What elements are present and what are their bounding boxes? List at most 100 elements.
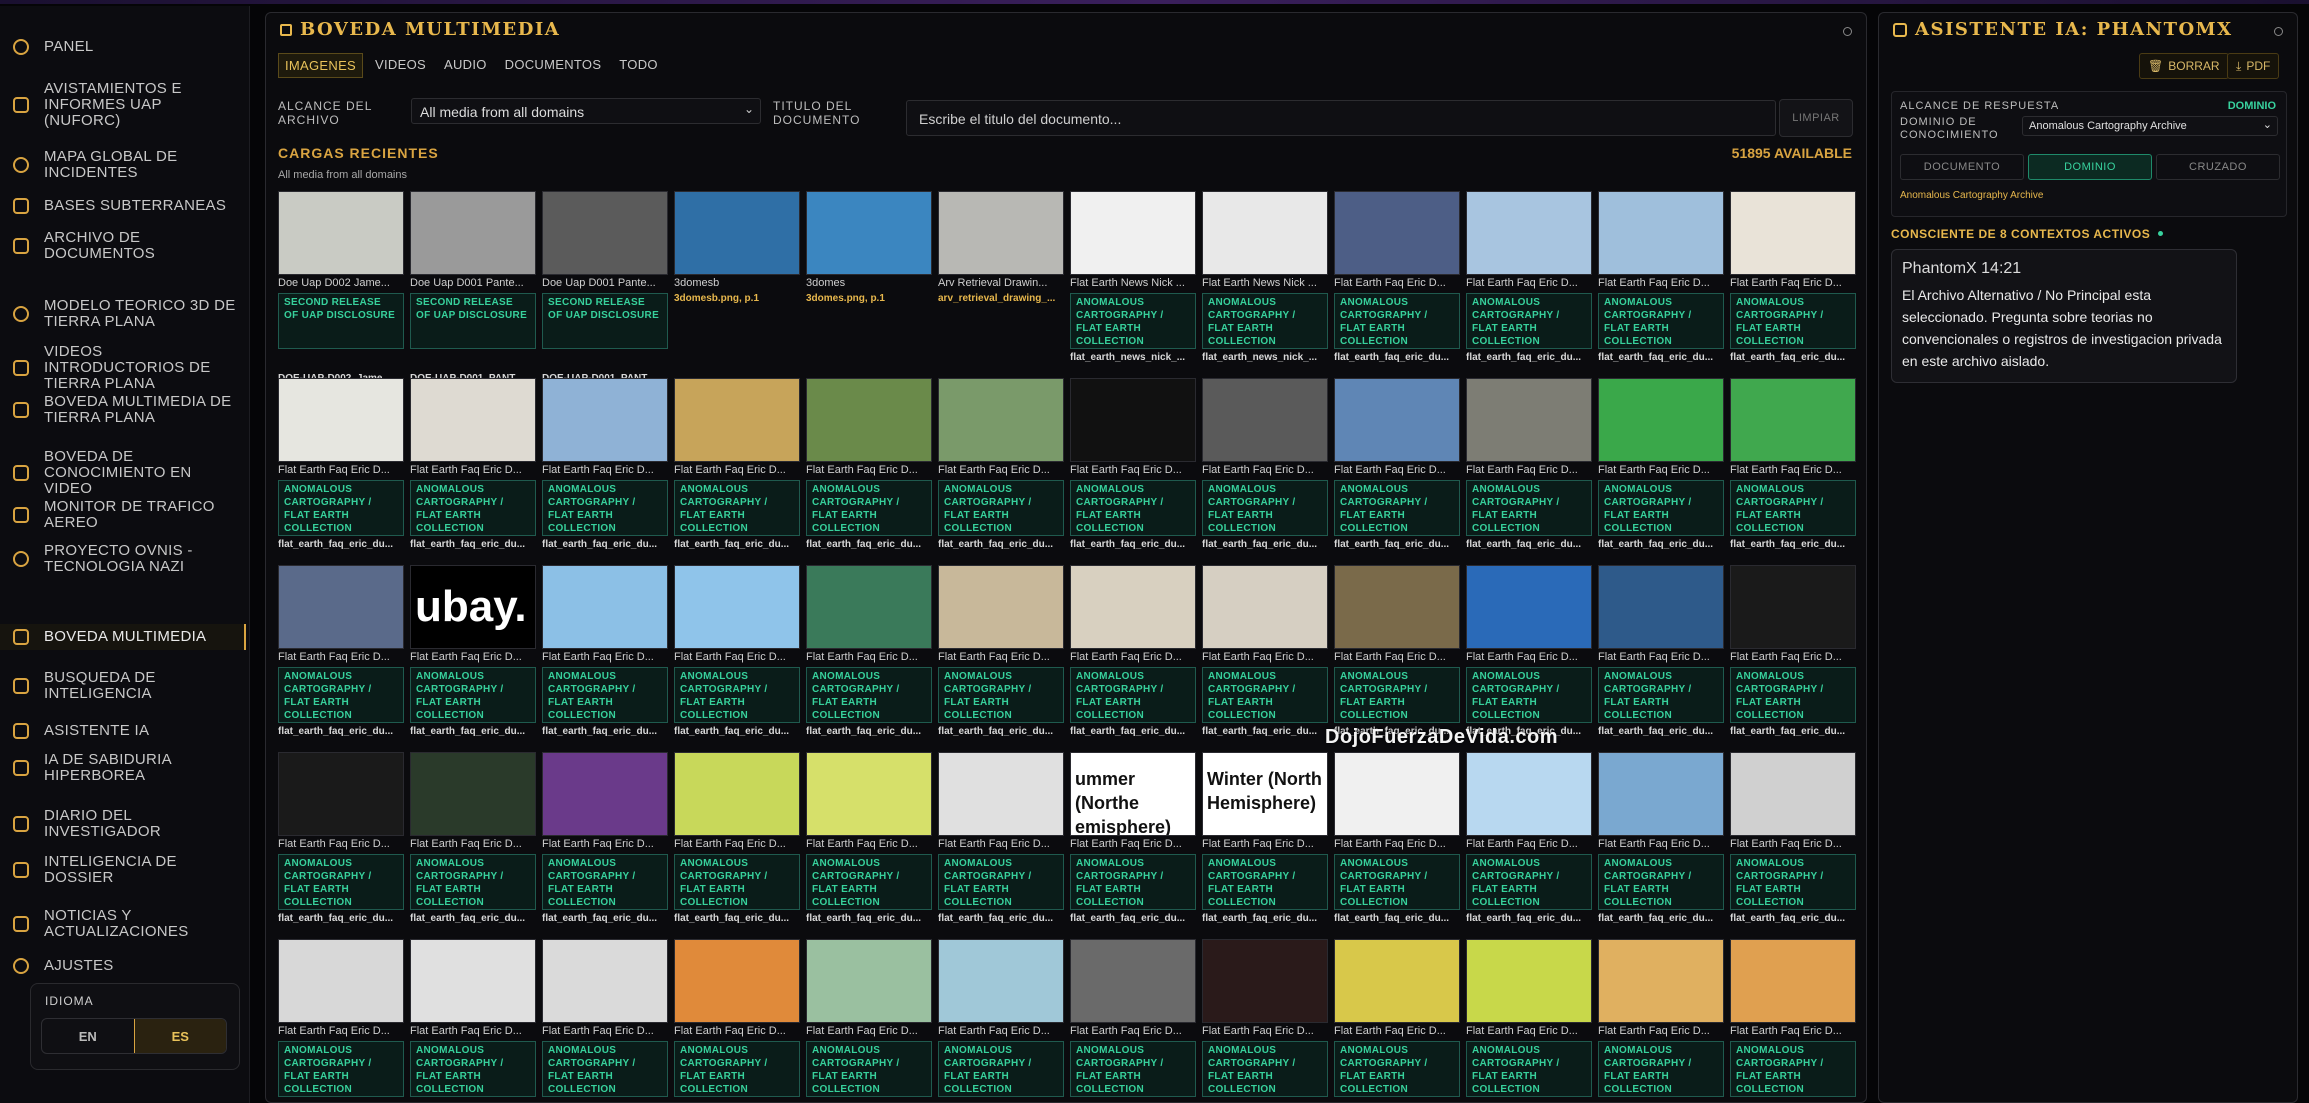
media-card[interactable]: Flat Earth Faq Eric D... ANOMALOUS CARTOG… <box>1598 191 1724 363</box>
media-card[interactable]: Flat Earth News Nick ... ANOMALOUS CARTOG… <box>1070 191 1196 363</box>
media-card[interactable]: Flat Earth Faq Eric D... ANOMALOUS CARTOG… <box>1334 378 1460 550</box>
media-card[interactable]: Flat Earth Faq Eric D... ANOMALOUS CARTOG… <box>1730 378 1856 550</box>
media-card[interactable]: Doe Uap D001 Pante... SECOND RELEASE OF U… <box>410 191 536 384</box>
media-card[interactable]: Flat Earth Faq Eric D... ANOMALOUS CARTOG… <box>410 939 536 1097</box>
media-thumbnail[interactable] <box>542 191 668 275</box>
media-thumbnail[interactable] <box>1598 939 1724 1023</box>
sidebar-item-17[interactable]: INTELIGENCIA DE DOSSIER <box>0 852 246 888</box>
mode-cruzado[interactable]: CRUZADO <box>2156 154 2280 180</box>
media-thumbnail[interactable] <box>1598 752 1724 836</box>
media-thumbnail[interactable] <box>410 191 536 275</box>
clear-chat-button[interactable]: 🗑 BORRAR <box>2139 53 2229 79</box>
media-card[interactable]: ubay. Flat Earth Faq Eric D... ANOMALOUS C… <box>410 565 536 737</box>
tab-audio[interactable]: AUDIO <box>438 53 493 78</box>
media-card[interactable]: Flat Earth Faq Eric D... ANOMALOUS CARTOG… <box>1730 939 1856 1097</box>
media-thumbnail[interactable] <box>806 939 932 1023</box>
media-thumbnail[interactable]: ubay. <box>410 565 536 649</box>
media-card[interactable]: Flat Earth Faq Eric D... ANOMALOUS CARTOG… <box>1598 752 1724 924</box>
media-thumbnail[interactable] <box>278 939 404 1023</box>
media-card[interactable]: Flat Earth Faq Eric D... ANOMALOUS CARTOG… <box>938 378 1064 550</box>
media-thumbnail[interactable] <box>1202 191 1328 275</box>
clear-button[interactable]: LIMPIAR <box>1779 99 1853 137</box>
media-thumbnail[interactable] <box>806 565 932 649</box>
media-thumbnail[interactable] <box>278 191 404 275</box>
media-card[interactable]: Flat Earth Faq Eric D... ANOMALOUS CARTOG… <box>1730 191 1856 363</box>
media-thumbnail[interactable] <box>542 378 668 462</box>
sidebar-item-18[interactable]: NOTICIAS Y ACTUALIZACIONES <box>0 906 246 942</box>
media-thumbnail[interactable] <box>1730 378 1856 462</box>
sidebar-item-19[interactable]: AJUSTES <box>0 953 246 979</box>
media-card[interactable]: Flat Earth Faq Eric D... ANOMALOUS CARTOG… <box>542 939 668 1097</box>
media-card[interactable]: Flat Earth Faq Eric D... ANOMALOUS CARTOG… <box>1466 939 1592 1097</box>
media-card[interactable]: Flat Earth Faq Eric D... ANOMALOUS CARTOG… <box>1598 939 1724 1097</box>
media-card[interactable]: Flat Earth Faq Eric D... ANOMALOUS CARTOG… <box>410 378 536 550</box>
media-thumbnail[interactable] <box>674 191 800 275</box>
media-thumbnail[interactable] <box>1202 378 1328 462</box>
media-thumbnail[interactable] <box>674 939 800 1023</box>
sidebar-item-11[interactable]: PROYECTO OVNIS - TECNOLOGIA NAZI <box>0 541 246 577</box>
mode-documento[interactable]: DOCUMENTO <box>1900 154 2024 180</box>
lang-option-en[interactable]: EN <box>42 1019 134 1053</box>
media-card[interactable]: Flat Earth Faq Eric D... ANOMALOUS CARTOG… <box>806 752 932 924</box>
media-card[interactable]: Flat Earth Faq Eric D... ANOMALOUS CARTOG… <box>1202 939 1328 1097</box>
media-thumbnail[interactable] <box>410 939 536 1023</box>
sidebar-item-2[interactable]: AVISTAMIENTOS E INFORMES UAP (NUFORC) <box>0 79 246 131</box>
media-card[interactable]: Flat Earth Faq Eric D... ANOMALOUS CARTOG… <box>278 752 404 924</box>
tab-documentos[interactable]: DOCUMENTOS <box>499 53 608 78</box>
sidebar-item-9[interactable]: BOVEDA DE CONOCIMIENTO EN VIDEO <box>0 447 246 499</box>
media-card[interactable]: Flat Earth Faq Eric D... ANOMALOUS CARTOG… <box>542 752 668 924</box>
media-card[interactable]: Flat Earth Faq Eric D... ANOMALOUS CARTOG… <box>1334 191 1460 363</box>
media-card[interactable]: Flat Earth Faq Eric D... ANOMALOUS CARTOG… <box>1202 565 1328 737</box>
media-thumbnail[interactable] <box>1070 191 1196 275</box>
media-card[interactable]: Flat Earth Faq Eric D... ANOMALOUS CARTOG… <box>938 939 1064 1097</box>
media-thumbnail[interactable] <box>1730 565 1856 649</box>
media-card[interactable]: Flat Earth Faq Eric D... ANOMALOUS CARTOG… <box>1070 939 1196 1097</box>
media-thumbnail[interactable] <box>1070 378 1196 462</box>
sidebar-item-8[interactable]: BOVEDA MULTIMEDIA DE TIERRA PLANA <box>0 392 246 428</box>
media-card[interactable]: Arv Retrieval Drawin... arv_retrieval_dra… <box>938 191 1064 304</box>
media-thumbnail[interactable] <box>1334 752 1460 836</box>
media-thumbnail[interactable] <box>1466 752 1592 836</box>
media-thumbnail[interactable] <box>1730 191 1856 275</box>
media-card[interactable]: Flat Earth Faq Eric D... ANOMALOUS CARTOG… <box>278 939 404 1097</box>
media-thumbnail[interactable] <box>938 378 1064 462</box>
sidebar-item-13[interactable]: BUSQUEDA DE INTELIGENCIA <box>0 668 246 704</box>
media-card[interactable]: Flat Earth Faq Eric D... ANOMALOUS CARTOG… <box>1334 939 1460 1097</box>
media-card[interactable]: Flat Earth Faq Eric D... ANOMALOUS CARTOG… <box>806 939 932 1097</box>
media-card[interactable]: Flat Earth Faq Eric D... ANOMALOUS CARTOG… <box>1466 752 1592 924</box>
media-thumbnail[interactable] <box>806 378 932 462</box>
media-thumbnail[interactable] <box>1334 565 1460 649</box>
media-card[interactable]: Flat Earth Faq Eric D... ANOMALOUS CARTOG… <box>278 378 404 550</box>
media-card[interactable]: ummer (Northe emisphere) Flat Earth Faq E… <box>1070 752 1196 924</box>
media-card[interactable]: Flat Earth Faq Eric D... ANOMALOUS CARTOG… <box>806 378 932 550</box>
media-card[interactable]: Flat Earth Faq Eric D... ANOMALOUS CARTOG… <box>1598 378 1724 550</box>
media-card[interactable]: Flat Earth Faq Eric D... ANOMALOUS CARTOG… <box>1466 378 1592 550</box>
media-card[interactable]: Flat Earth Faq Eric D... ANOMALOUS CARTOG… <box>542 565 668 737</box>
media-card[interactable]: Flat Earth Faq Eric D... ANOMALOUS CARTOG… <box>1598 565 1724 737</box>
sidebar-item-3[interactable]: MAPA GLOBAL DE INCIDENTES <box>0 147 246 183</box>
media-thumbnail[interactable] <box>1730 752 1856 836</box>
tab-videos[interactable]: VIDEOS <box>369 53 432 78</box>
sidebar-item-10[interactable]: MONITOR DE TRAFICO AEREO <box>0 497 246 533</box>
media-thumbnail[interactable] <box>1598 191 1724 275</box>
media-thumbnail[interactable] <box>410 378 536 462</box>
media-thumbnail[interactable] <box>1334 378 1460 462</box>
media-thumbnail[interactable] <box>674 378 800 462</box>
export-pdf-button[interactable]: ⤓ PDF <box>2227 53 2280 79</box>
media-thumbnail[interactable] <box>674 565 800 649</box>
media-thumbnail[interactable] <box>1466 565 1592 649</box>
media-thumbnail[interactable] <box>1598 378 1724 462</box>
sidebar-item-15[interactable]: IA DE SABIDURIA HIPERBOREA <box>0 750 246 786</box>
media-card[interactable]: 3domes 3domes.png, p.1 <box>806 191 932 304</box>
media-card[interactable]: Flat Earth News Nick ... ANOMALOUS CARTOG… <box>1202 191 1328 363</box>
media-card[interactable]: Flat Earth Faq Eric D... ANOMALOUS CARTOG… <box>1070 378 1196 550</box>
media-thumbnail[interactable] <box>938 752 1064 836</box>
media-thumbnail[interactable] <box>806 191 932 275</box>
sidebar-item-12[interactable]: BOVEDA MULTIMEDIA <box>0 624 246 650</box>
tab-imagenes[interactable]: IMAGENES <box>278 53 364 78</box>
media-thumbnail[interactable] <box>938 939 1064 1023</box>
doc-title-input[interactable]: Escribe el titulo del documento... <box>906 100 1776 136</box>
media-card[interactable]: Flat Earth Faq Eric D... ANOMALOUS CARTOG… <box>1466 191 1592 363</box>
media-thumbnail[interactable] <box>278 565 404 649</box>
media-card[interactable]: Flat Earth Faq Eric D... ANOMALOUS CARTOG… <box>410 752 536 924</box>
